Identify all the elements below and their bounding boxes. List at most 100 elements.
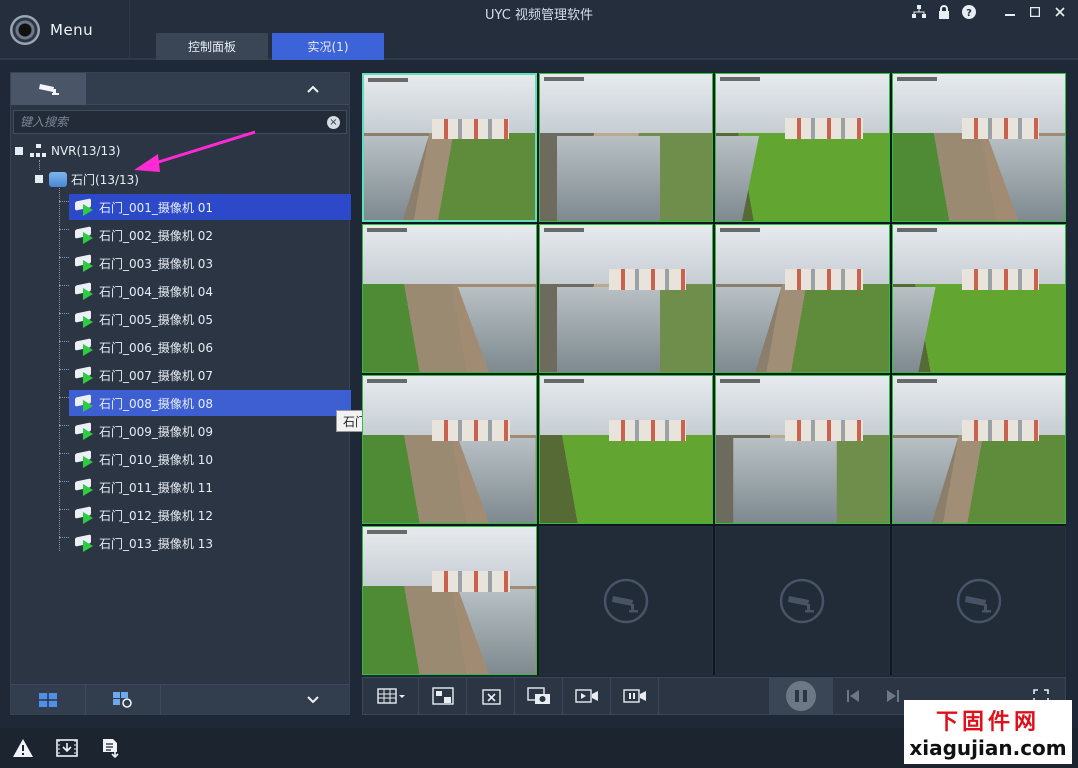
tree-node-nvr[interactable]: NVR(13/13) <box>15 138 120 164</box>
tree-camera-item[interactable]: 石门_004_摄像机 04 <box>69 278 351 304</box>
video-feed-tile[interactable] <box>362 224 537 373</box>
menu-button[interactable]: Menu <box>0 0 130 60</box>
expand-panel-button[interactable] <box>161 685 349 714</box>
camera-label: 石门_007_摄像机 07 <box>99 368 213 383</box>
lock-icon[interactable] <box>936 4 952 20</box>
camera-online-icon <box>75 478 95 496</box>
tree-camera-item[interactable]: 石门_008_摄像机 08 <box>69 390 351 416</box>
device-panel-footer <box>11 684 349 715</box>
annotation-arrow-icon <box>134 130 256 172</box>
tree-camera-item[interactable]: 石门_002_摄像机 02 <box>69 222 351 248</box>
empty-video-slot[interactable] <box>715 526 890 675</box>
video-feed-tile[interactable] <box>891 224 1066 373</box>
camera-label: 石门_008_摄像机 08 <box>99 396 213 411</box>
tree-camera-item[interactable]: 石门_013_摄像机 13 <box>69 530 351 556</box>
record-button[interactable] <box>563 678 611 714</box>
skip-forward-icon <box>887 690 899 702</box>
tree-camera-item[interactable]: 石门_007_摄像机 07 <box>69 362 351 388</box>
chevron-down-icon <box>307 695 319 703</box>
video-feed-tile[interactable] <box>715 73 890 222</box>
clear-search-icon[interactable]: × <box>327 115 340 129</box>
tree-camera-item[interactable]: 石门_003_摄像机 03 <box>69 250 351 276</box>
instant-playback-button[interactable] <box>611 678 659 714</box>
camera-label: 石门_003_摄像机 03 <box>99 256 213 271</box>
grid-layout-icon <box>39 693 57 707</box>
camera-label: 石门_004_摄像机 04 <box>99 284 213 299</box>
video-feed-tile[interactable] <box>891 375 1066 524</box>
camera-label: 石门_002_摄像机 02 <box>99 228 213 243</box>
download-icon[interactable] <box>56 737 78 759</box>
app-window: Menu UYC 视频管理软件 ? 控制面板 实况(1) 键入搜索 × NVR(… <box>0 0 1078 768</box>
collapse-node-icon[interactable] <box>15 147 23 155</box>
camera-online-icon <box>75 310 95 328</box>
tab-control-panel[interactable]: 控制面板 <box>156 33 268 60</box>
tree-node-label: 石门(13/13) <box>71 172 139 187</box>
camera-list-button[interactable] <box>11 73 86 105</box>
tree-camera-item[interactable]: 石门_009_摄像机 09 <box>69 418 351 444</box>
tree-camera-item[interactable]: 石门_005_摄像机 05 <box>69 306 351 332</box>
org-icon[interactable] <box>911 4 927 20</box>
close-icon[interactable] <box>1052 4 1068 20</box>
tree-camera-item[interactable]: 石门_011_摄像机 11 <box>69 474 351 500</box>
tree-camera-item[interactable]: 石门_001_摄像机 01 <box>69 194 351 220</box>
video-record-icon <box>574 689 598 703</box>
device-panel-header <box>11 73 349 105</box>
video-feed-tile[interactable] <box>538 224 713 373</box>
video-feed-tile[interactable] <box>362 526 537 675</box>
tab-live-view[interactable]: 实况(1) <box>272 33 384 60</box>
video-grid <box>362 73 1066 675</box>
camera-label: 石门_012_摄像机 12 <box>99 508 213 523</box>
video-feed-tile[interactable] <box>891 73 1066 222</box>
snapshot-icon <box>526 687 550 704</box>
no-video-camera-icon <box>780 578 825 623</box>
search-input[interactable] <box>20 115 327 129</box>
video-feed-tile[interactable] <box>538 73 713 222</box>
site-watermark: 下固件网 xiagujian.com <box>904 700 1072 764</box>
help-icon[interactable]: ? <box>961 4 977 20</box>
camera-online-icon <box>75 534 95 552</box>
alarm-warning-icon[interactable] <box>12 737 34 759</box>
camera-online-icon <box>75 506 95 524</box>
maximize-icon[interactable] <box>1027 4 1043 20</box>
empty-video-slot[interactable] <box>538 526 713 675</box>
tree-camera-item[interactable]: 石门_010_摄像机 10 <box>69 446 351 472</box>
camera-label: 石门_009_摄像机 09 <box>99 424 213 439</box>
save-layout-icon <box>431 687 454 705</box>
tree-camera-item[interactable]: 石门_012_摄像机 12 <box>69 502 351 528</box>
minimize-icon[interactable] <box>1002 4 1018 20</box>
video-feed-tile[interactable] <box>362 73 537 222</box>
video-feed-tile[interactable] <box>715 224 890 373</box>
device-group-icon <box>49 171 67 187</box>
camera-online-icon <box>75 450 95 468</box>
close-all-button[interactable] <box>467 678 515 714</box>
window-controls: ? <box>911 4 1068 20</box>
collapse-node-icon[interactable] <box>35 175 43 183</box>
camera-online-icon <box>75 422 95 440</box>
video-feed-tile[interactable] <box>538 375 713 524</box>
collapse-panel-button[interactable] <box>86 73 349 104</box>
no-video-camera-icon <box>603 578 648 623</box>
video-feed-tile[interactable] <box>362 375 537 524</box>
pause-button[interactable] <box>769 678 833 714</box>
video-feed-tile[interactable] <box>715 375 890 524</box>
snapshot-button[interactable] <box>515 678 563 714</box>
grid-split-icon <box>376 688 405 704</box>
save-view-button[interactable] <box>419 678 467 714</box>
close-all-icon <box>481 689 501 705</box>
camera-label: 石门_013_摄像机 13 <box>99 536 213 551</box>
tree-camera-item[interactable]: 石门_006_摄像机 06 <box>69 334 351 360</box>
pause-icon <box>786 681 816 711</box>
tree-node-group[interactable]: 石门(13/13) <box>35 166 139 192</box>
camera-online-icon <box>75 338 95 356</box>
app-logo-icon <box>10 15 40 45</box>
split-screen-button[interactable] <box>363 678 419 714</box>
device-tree: NVR(13/13) 石门(13/13) 石门_001_摄像机 01 石门_00… <box>11 138 351 658</box>
window-layout-button[interactable] <box>11 685 86 715</box>
log-export-icon[interactable] <box>100 737 122 759</box>
tab-bar: 控制面板 实况(1) <box>156 33 384 60</box>
no-video-camera-icon <box>956 578 1001 623</box>
previous-button[interactable] <box>833 678 873 714</box>
tour-view-button[interactable] <box>86 685 161 715</box>
empty-video-slot[interactable] <box>891 526 1066 675</box>
